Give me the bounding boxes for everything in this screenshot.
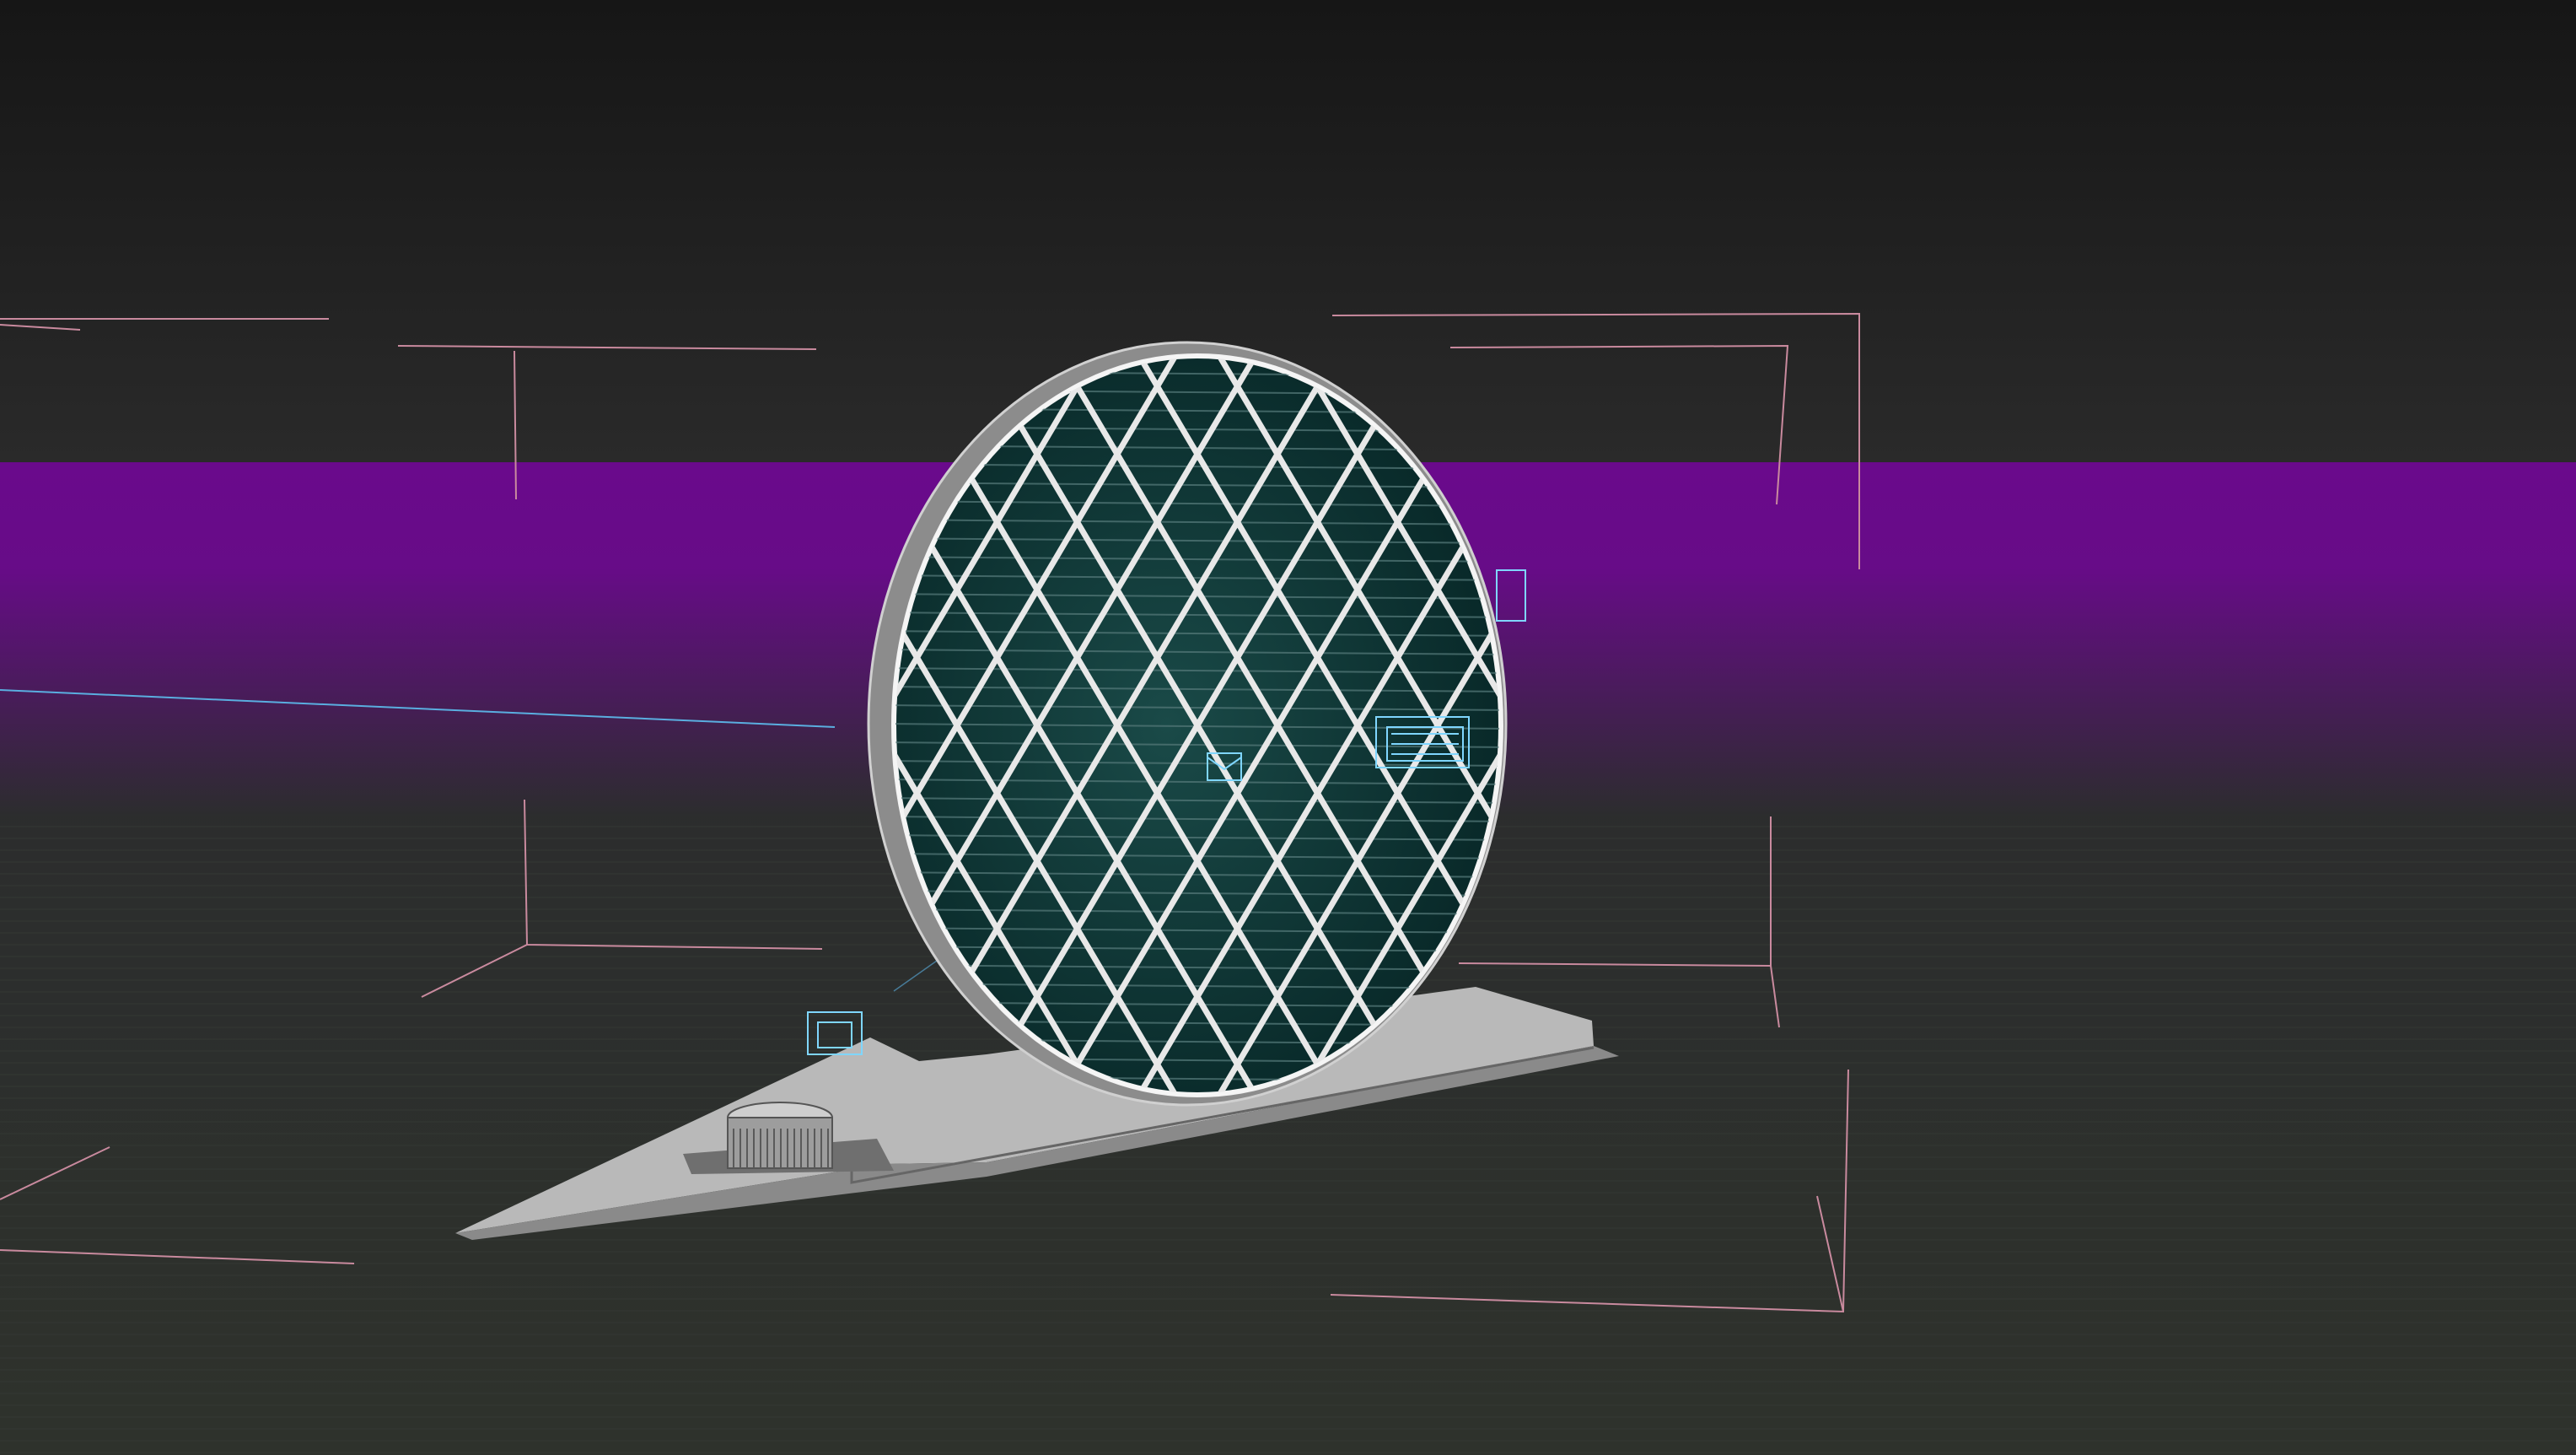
3d-viewport[interactable] bbox=[0, 0, 2576, 1455]
viewport-scene[interactable] bbox=[0, 0, 2576, 1455]
